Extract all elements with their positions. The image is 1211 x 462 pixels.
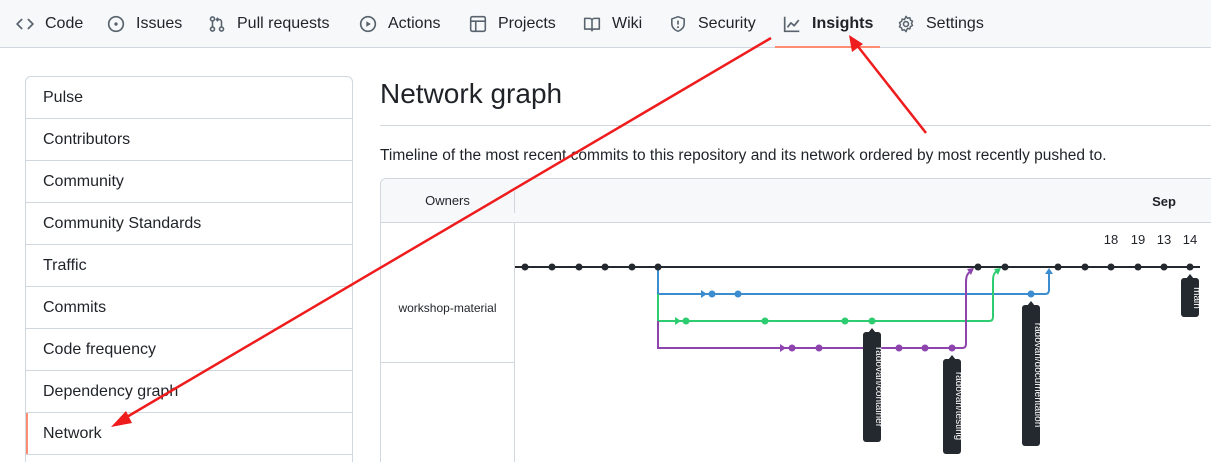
repo-nav: Code Issues Pull requests Actions Projec… [0,0,1211,48]
tab-label: Actions [388,15,441,32]
tab-code[interactable]: Code [16,0,83,48]
tab-settings[interactable]: Settings [897,0,984,48]
table-icon [469,15,487,33]
selected-tab-indicator [775,46,880,48]
pull-request-icon [208,15,226,33]
tab-issues[interactable]: Issues [107,0,182,48]
owners-label: Owners [425,193,470,208]
sidebar-item-pulse[interactable]: Pulse [26,77,352,119]
sidebar-item-community[interactable]: Community [26,161,352,203]
shield-icon [669,15,687,33]
tab-label: Wiki [612,15,643,32]
tab-label: Settings [926,15,984,32]
sidebar-item-commits[interactable]: Commits [26,287,352,329]
sidebar-item-dependency-graph[interactable]: Dependency graph [26,371,352,413]
tab-projects[interactable]: Projects [469,0,556,48]
owner-name: workshop-material [398,301,497,315]
owners-column-divider [514,223,515,462]
network-graph[interactable]: Owners workshop-material [380,178,1211,462]
tab-label: Issues [136,15,183,32]
book-icon [583,15,601,33]
tab-wiki[interactable]: Wiki [583,0,642,48]
tab-label: Pull requests [237,15,330,32]
tab-actions[interactable]: Actions [359,0,440,48]
gear-icon [897,15,915,33]
page-description: Timeline of the most recent commits to t… [380,147,1107,164]
tab-insights[interactable]: Insights [783,0,873,48]
code-icon [16,15,34,33]
sidebar-item-community-standards[interactable]: Community Standards [26,203,352,245]
insights-sidebar: Pulse Contributors Community Community S… [25,76,353,462]
tab-security[interactable]: Security [669,0,756,48]
sidebar-item-code-frequency[interactable]: Code frequency [26,329,352,371]
annotation-arrow [855,43,927,134]
graph-icon [783,15,801,33]
tab-label: Insights [812,15,874,32]
sidebar-item-network[interactable]: Network [26,413,352,455]
tab-pull-requests[interactable]: Pull requests [208,0,330,48]
owner-row-divider [381,362,514,363]
tab-label: Code [45,15,84,32]
issue-icon [107,15,125,33]
sidebar-item-traffic[interactable]: Traffic [26,245,352,287]
tab-label: Projects [498,15,556,32]
header-divider [514,191,515,213]
tab-label: Security [698,15,756,32]
page-title: Network graph [380,78,563,109]
sidebar-item-contributors[interactable]: Contributors [26,119,352,161]
title-divider [380,125,1211,126]
play-icon [359,15,377,33]
